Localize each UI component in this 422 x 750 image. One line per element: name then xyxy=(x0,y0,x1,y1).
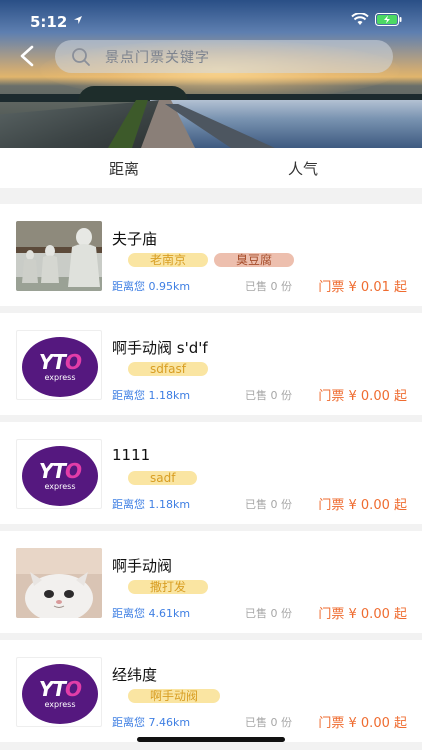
item-tag: 臭豆腐 xyxy=(214,253,295,267)
list-item[interactable]: YTO express 1111 sadf 距离您 1.18km 已售 0 份 … xyxy=(0,422,422,524)
wifi-icon xyxy=(351,13,369,25)
item-name: 经纬度 xyxy=(112,666,158,684)
item-sold-count: 已售 0 份 xyxy=(245,498,292,511)
status-icons xyxy=(351,13,402,26)
item-name: 夫子庙 xyxy=(112,230,158,248)
location-arrow-icon xyxy=(74,16,82,24)
item-tags: 啊手动阀 xyxy=(128,689,221,703)
tab-distance[interactable]: 距离 xyxy=(109,158,139,179)
item-name: 啊手动阀 s'd'f xyxy=(112,339,208,357)
item-tags: sadf xyxy=(128,471,198,485)
sort-tabs: 距离 人气 xyxy=(0,148,422,188)
search-icon xyxy=(72,47,90,66)
item-distance: 距离您 1.18km xyxy=(112,389,191,402)
item-distance: 距离您 1.18km xyxy=(112,498,191,511)
item-distance: 距离您 7.46km xyxy=(112,716,191,729)
item-price: 门票 ¥ 0.00 起 xyxy=(318,607,407,622)
item-sold-count: 已售 0 份 xyxy=(245,716,292,729)
item-tag: 啊手动阀 xyxy=(128,689,221,703)
yto-express-logo: YTO express xyxy=(16,330,102,400)
item-price: 门票 ¥ 0.00 起 xyxy=(318,716,407,731)
item-tag: 撒打发 xyxy=(128,580,209,594)
yto-logo-mark: YTO express xyxy=(22,664,98,724)
search-placeholder: 景点门票关键字 xyxy=(105,49,210,66)
list-item[interactable]: 啊手动阀 撒打发 距离您 4.61km 已售 0 份 门票 ¥ 0.00 起 xyxy=(0,531,422,633)
item-tag: 老南京 xyxy=(128,253,209,267)
item-tag: sadf xyxy=(128,471,198,485)
item-tag: sdfasf xyxy=(128,362,208,376)
item-tags: sdfasf xyxy=(128,362,208,376)
search-input[interactable]: 景点门票关键字 xyxy=(55,40,393,73)
yto-logo-mark: YTO express xyxy=(22,446,98,506)
item-price: 门票 ¥ 0.00 起 xyxy=(318,389,407,404)
item-price: 门票 ¥ 0.01 起 xyxy=(318,280,407,295)
home-indicator xyxy=(137,737,285,742)
item-name: 1111 xyxy=(112,446,151,464)
statues-photo xyxy=(16,221,102,291)
item-price: 门票 ¥ 0.00 起 xyxy=(318,498,407,513)
item-sold-count: 已售 0 份 xyxy=(245,280,292,293)
item-sold-count: 已售 0 份 xyxy=(245,389,292,402)
yto-logo-mark: YTO express xyxy=(22,337,98,397)
list-item[interactable]: YTO express 啊手动阀 s'd'f sdfasf 距离您 1.18km… xyxy=(0,313,422,415)
status-time: 5:12 xyxy=(30,13,68,31)
item-distance: 距离您 4.61km xyxy=(112,607,191,620)
item-tags: 老南京 臭豆腐 xyxy=(128,253,295,267)
tab-popularity[interactable]: 人气 xyxy=(288,158,318,179)
list-item[interactable]: YTO express 经纬度 啊手动阀 距离您 7.46km 已售 0 份 门… xyxy=(0,640,422,742)
battery-charging-icon xyxy=(375,13,402,26)
cat-photo xyxy=(16,548,102,618)
back-arrow-icon[interactable] xyxy=(14,42,42,70)
yto-express-logo: YTO express xyxy=(16,439,102,509)
item-name: 啊手动阀 xyxy=(112,557,173,575)
item-sold-count: 已售 0 份 xyxy=(245,607,292,620)
item-tags: 撒打发 xyxy=(128,580,209,594)
yto-express-logo: YTO express xyxy=(16,657,102,727)
list-item[interactable]: 夫子庙 老南京 臭豆腐 距离您 0.95km 已售 0 份 门票 ¥ 0.01 … xyxy=(0,204,422,306)
item-distance: 距离您 0.95km xyxy=(112,280,191,293)
